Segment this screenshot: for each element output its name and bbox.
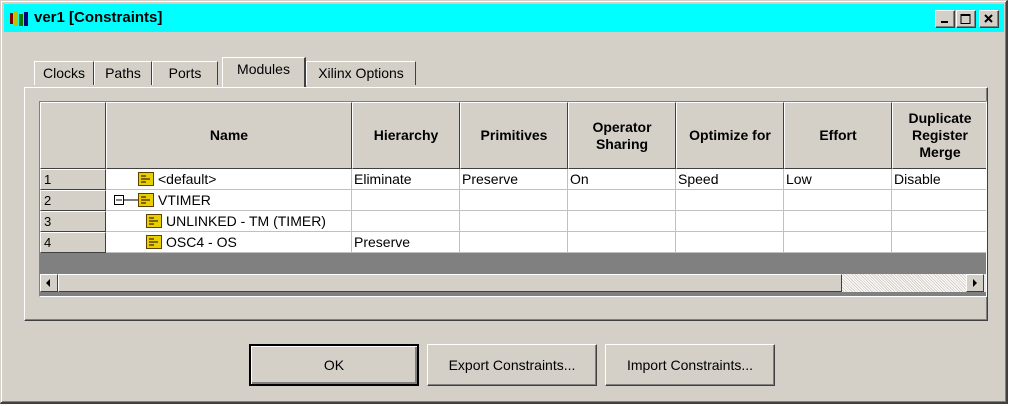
- ok-button[interactable]: OK: [249, 344, 419, 386]
- module-name: VTIMER: [158, 192, 211, 208]
- table-row-name[interactable]: <default>: [106, 169, 352, 190]
- column-header-primitives[interactable]: Primitives: [460, 102, 568, 169]
- cell-primitives[interactable]: Preserve: [460, 169, 568, 190]
- module-name: <default>: [158, 171, 217, 187]
- column-header-effort[interactable]: Effort: [784, 102, 892, 169]
- tab-paths[interactable]: Paths: [94, 61, 152, 85]
- maximize-icon: [960, 14, 971, 24]
- cell-hierarchy[interactable]: Preserve: [352, 232, 460, 253]
- column-header-optimize-for[interactable]: Optimize for: [676, 102, 784, 169]
- scroll-right-button[interactable]: [966, 274, 984, 292]
- constraints-window: ver1 [Constraints] Clocks Paths Ports Mo…: [0, 0, 1008, 404]
- close-icon: [984, 14, 993, 23]
- module-icon: [146, 235, 162, 249]
- cell-effort[interactable]: [784, 190, 892, 211]
- cell-effort[interactable]: [784, 232, 892, 253]
- arrow-right-icon: [973, 279, 977, 287]
- module-name: UNLINKED - TM (TIMER): [166, 213, 326, 229]
- cell-effort[interactable]: [784, 211, 892, 232]
- cell-duplicate-register-merge[interactable]: Disable: [892, 169, 986, 190]
- cell-operator-sharing[interactable]: [568, 211, 676, 232]
- module-icon: [146, 214, 162, 228]
- cell-primitives[interactable]: [460, 190, 568, 211]
- maximize-button[interactable]: [956, 10, 976, 28]
- module-icon: [138, 193, 154, 207]
- module-icon: [138, 172, 154, 186]
- cell-operator-sharing[interactable]: [568, 190, 676, 211]
- corner-header: [40, 102, 106, 169]
- column-header-name[interactable]: Name: [106, 102, 352, 169]
- cell-optimize-for[interactable]: Speed: [676, 169, 784, 190]
- cell-hierarchy[interactable]: [352, 190, 460, 211]
- scrollbar-track[interactable]: [842, 274, 966, 292]
- minimize-button[interactable]: [935, 10, 955, 28]
- tab-xilinx-options[interactable]: Xilinx Options: [306, 61, 416, 85]
- module-name: OSC4 - OS: [166, 234, 237, 250]
- scrollbar-thumb[interactable]: [58, 274, 842, 292]
- cell-primitives[interactable]: [460, 211, 568, 232]
- column-header-hierarchy[interactable]: Hierarchy: [352, 102, 460, 169]
- cell-operator-sharing[interactable]: [568, 232, 676, 253]
- modules-table: Name Hierarchy Primitives Operator Shari…: [39, 101, 987, 297]
- cell-optimize-for[interactable]: [676, 190, 784, 211]
- constraints-app-icon: [10, 11, 28, 26]
- column-header-operator-sharing[interactable]: Operator Sharing: [568, 102, 676, 169]
- window-title: ver1 [Constraints]: [34, 9, 163, 26]
- cell-optimize-for[interactable]: [676, 232, 784, 253]
- arrow-left-icon: [46, 279, 50, 287]
- row-number[interactable]: 2: [40, 190, 106, 211]
- tab-modules[interactable]: Modules: [222, 57, 306, 87]
- scroll-left-button[interactable]: [40, 274, 58, 292]
- export-constraints-button[interactable]: Export Constraints...: [427, 344, 597, 386]
- horizontal-scrollbar[interactable]: [40, 274, 986, 292]
- cell-hierarchy[interactable]: Eliminate: [352, 169, 460, 190]
- tab-ports[interactable]: Ports: [152, 61, 218, 85]
- table-row-name[interactable]: UNLINKED - TM (TIMER): [106, 211, 352, 232]
- table-row-name[interactable]: OSC4 - OS: [106, 232, 352, 253]
- minimize-icon: [941, 21, 948, 23]
- cell-effort[interactable]: Low: [784, 169, 892, 190]
- title-bar[interactable]: ver1 [Constraints]: [4, 4, 1004, 32]
- cell-optimize-for[interactable]: [676, 211, 784, 232]
- column-header-duplicate-register-merge[interactable]: Duplicate Register Merge: [892, 102, 986, 169]
- row-number[interactable]: 3: [40, 211, 106, 232]
- cell-duplicate-register-merge[interactable]: [892, 232, 986, 253]
- cell-operator-sharing[interactable]: On: [568, 169, 676, 190]
- import-constraints-button[interactable]: Import Constraints...: [605, 344, 775, 386]
- cell-duplicate-register-merge[interactable]: [892, 190, 986, 211]
- close-button[interactable]: [979, 10, 999, 28]
- tree-collapse-icon[interactable]: [114, 193, 138, 207]
- cell-hierarchy[interactable]: [352, 211, 460, 232]
- table-row-name[interactable]: VTIMER: [106, 190, 352, 211]
- row-number[interactable]: 1: [40, 169, 106, 190]
- row-number[interactable]: 4: [40, 232, 106, 253]
- cell-duplicate-register-merge[interactable]: [892, 211, 986, 232]
- cell-primitives[interactable]: [460, 232, 568, 253]
- tab-clocks[interactable]: Clocks: [34, 61, 94, 85]
